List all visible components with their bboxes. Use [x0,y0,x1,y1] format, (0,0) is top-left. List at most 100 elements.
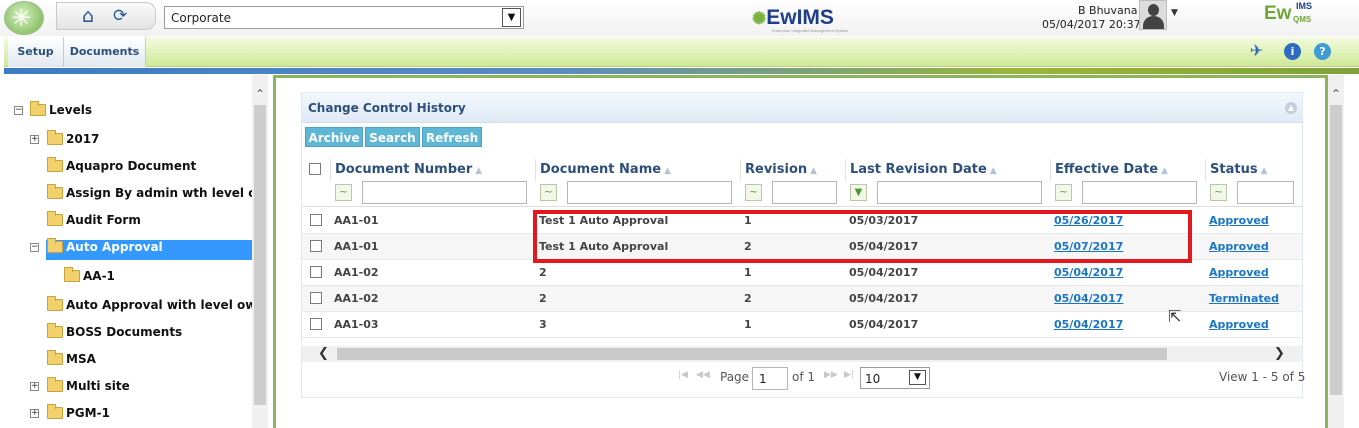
filter-input[interactable] [772,181,837,204]
avatar[interactable] [1139,0,1167,30]
table-row[interactable]: AA1-02 2 2 05/04/2017 05/04/2017 Terminated [302,286,1302,312]
filter-funnel-icon[interactable]: ▼ [850,184,867,201]
tree-item[interactable]: Aquapro Document [46,157,252,179]
column-header[interactable]: Document Name ▲ [535,159,740,181]
status-link[interactable]: Terminated [1209,292,1279,305]
sort-icon[interactable]: ▲ [990,166,997,176]
filter-input[interactable] [362,181,527,204]
sort-icon[interactable]: ▲ [475,166,482,176]
tree-item[interactable]: +2017 [30,130,252,152]
tree-scrollbar[interactable]: ⌃ [252,75,268,428]
prev-page-icon[interactable]: ◀◀ [696,370,710,380]
row-checkbox[interactable] [310,240,322,252]
effective-date-link[interactable]: 05/04/2017 [1054,318,1123,331]
column-header[interactable]: Revision ▲ [740,159,845,181]
chevron-down-icon[interactable]: ▼ [909,370,926,385]
scroll-left-icon[interactable]: ❮ [318,346,329,361]
sort-icon[interactable]: ▲ [1261,166,1268,176]
tree-item[interactable]: MSA [46,350,252,372]
menu-setup[interactable]: Setup [8,37,64,67]
grid-scrollbar-thumb[interactable] [337,348,1167,360]
first-page-icon[interactable]: |◀ [678,370,688,380]
column-header[interactable]: Status ▲ [1205,159,1302,181]
filter-operator-icon[interactable]: ~ [745,184,762,201]
filter-input[interactable] [877,181,1042,204]
expand-icon[interactable]: + [30,135,39,144]
page-size-select[interactable]: 10 ▼ [860,367,930,389]
page-number-input[interactable]: 1 [752,367,788,390]
refresh-button[interactable]: Refresh [422,127,482,147]
chevron-down-icon[interactable]: ▼ [502,8,521,27]
row-checkbox[interactable] [310,214,322,226]
sort-icon[interactable]: ▲ [810,166,817,176]
user-menu-caret-icon[interactable]: ▼ [1171,8,1178,18]
row-checkbox[interactable] [310,266,322,278]
expand-icon[interactable]: + [30,409,39,418]
tree-item[interactable]: + Multi site [30,377,252,399]
home-icon[interactable]: ⌂ [82,5,94,27]
tree-scrollbar-thumb[interactable] [254,105,266,405]
product-logo-sub: QMS [1293,15,1312,24]
document-number-cell: AA1-03 [334,318,379,331]
effective-date-link[interactable]: 05/04/2017 [1054,266,1123,279]
sort-icon[interactable]: ▲ [1161,166,1168,176]
sort-icon[interactable]: ▲ [664,166,671,176]
filter-input[interactable] [1082,181,1197,204]
effective-date-link[interactable]: 05/04/2017 [1054,292,1123,305]
organization-select[interactable]: Corporate ▼ [164,6,524,29]
tree-item[interactable]: Audit Form [46,211,252,233]
tree-item[interactable]: BOSS Documents [46,323,252,345]
collapse-icon[interactable]: ▲ [1285,102,1297,114]
scroll-up-icon[interactable]: ⌃ [255,87,265,101]
filter-operator-icon[interactable]: ~ [1210,184,1227,201]
row-checkbox[interactable] [310,318,322,330]
tree-item-label: 2017 [66,132,100,146]
status-link[interactable]: Approved [1209,214,1269,227]
column-header[interactable]: Effective Date ▲ [1050,159,1205,181]
column-header[interactable]: Document Number ▲ [330,159,535,181]
folder-icon [47,323,63,338]
row-checkbox[interactable] [310,292,322,304]
mouse-cursor-icon: ⇱ [1168,307,1182,326]
filter-operator-icon[interactable]: ~ [1055,184,1072,201]
main-scrollbar[interactable]: ⌃ [1328,75,1344,428]
scroll-up-icon[interactable]: ⌃ [1331,87,1341,101]
app-logo-icon[interactable]: ✳ [4,1,44,35]
refresh-icon[interactable]: ⟳ [113,6,127,26]
last-page-icon[interactable]: ▶| [844,370,854,380]
filter-input[interactable] [567,181,732,204]
search-button[interactable]: Search [365,127,420,147]
tree-item[interactable]: AA-1 [46,267,252,289]
filter-operator-icon[interactable]: ~ [540,184,557,201]
brand-logo: ✺EwIMS Enterprise Integrated Management … [752,6,848,33]
archive-button[interactable]: Archive [305,127,363,147]
select-all-checkbox[interactable] [309,163,321,175]
info-icon[interactable]: i [1284,43,1301,60]
column-header[interactable]: Last Revision Date ▲ [845,159,1050,181]
help-icon[interactable]: ? [1314,43,1331,60]
grid-filter-row: ~ ~ ~ ▼ ~ ~ [302,181,1302,207]
filter-input[interactable] [1237,181,1294,204]
tree-item[interactable]: − Levels [4,101,252,123]
table-row[interactable]: AA1-03 3 1 05/04/2017 05/04/2017 Approved [302,312,1302,338]
scroll-right-icon[interactable]: ❯ [1274,346,1285,361]
collapse-icon[interactable]: − [14,106,23,115]
expand-icon[interactable]: + [30,382,39,391]
status-link[interactable]: Approved [1209,240,1269,253]
menu-documents[interactable]: Documents [64,37,146,67]
tree-item[interactable]: − Auto Approval [30,238,252,260]
next-page-icon[interactable]: ▶▶ [824,370,838,380]
filter-operator-icon[interactable]: ~ [335,184,352,201]
tree-item[interactable]: Assign By admin wth level owner [46,184,252,206]
tree-item[interactable]: + PGM-1 [30,404,252,426]
main-scrollbar-thumb[interactable] [1330,105,1342,395]
collapse-icon[interactable]: − [30,243,39,252]
tree-item[interactable]: Auto Approval with level owner [46,296,252,318]
pin-icon[interactable]: ✈ [1248,42,1265,59]
folder-icon [30,101,46,116]
grid-horizontal-scrollbar[interactable]: ❮ ❯ [302,346,1302,362]
status-link[interactable]: Approved [1209,318,1269,331]
table-row[interactable]: AA1-02 2 1 05/04/2017 05/04/2017 Approved [302,260,1302,286]
tree-item-label: Levels [49,103,93,117]
status-link[interactable]: Approved [1209,266,1269,279]
